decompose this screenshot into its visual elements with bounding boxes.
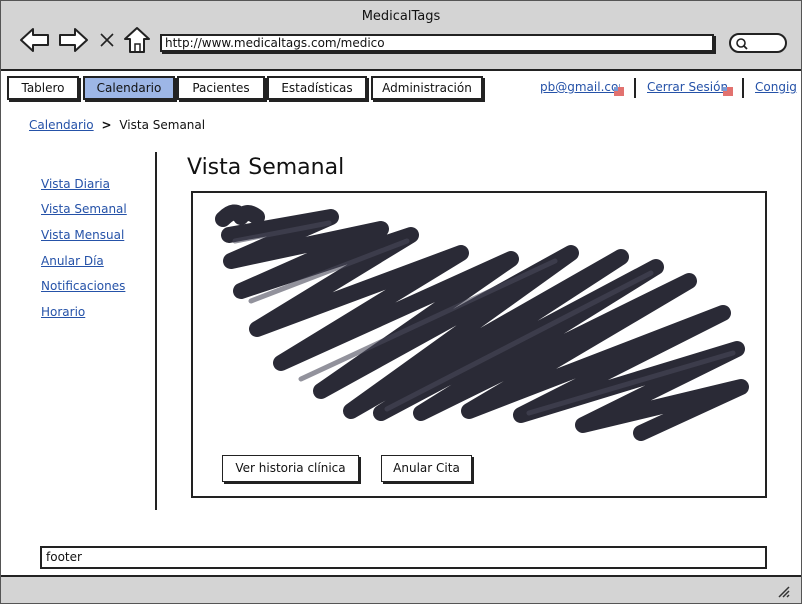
resize-grip-icon[interactable] [777,585,791,599]
config-link[interactable]: Congig [755,80,797,94]
sidebar-item-notificaciones[interactable]: Notificaciones [41,279,125,293]
footer: footer [40,546,767,569]
page-title: Vista Semanal [187,155,345,180]
breadcrumb-current: Vista Semanal [119,118,206,132]
tab-calendario[interactable]: Calendario [83,76,175,100]
back-arrow-icon[interactable] [19,25,51,55]
scribble-placeholder-image [215,204,749,441]
forward-arrow-icon[interactable] [57,25,89,55]
logout-link[interactable]: Cerrar Sesión [647,80,727,94]
home-icon[interactable] [123,25,151,55]
sidebar-item-vista-semanal[interactable]: Vista Semanal [41,202,127,216]
separator [634,78,636,98]
tab-pacientes[interactable]: Pacientes [177,76,265,100]
separator [742,78,744,98]
sidebar-item-vista-diaria[interactable]: Vista Diaria [41,177,110,191]
sidebar-item-horario[interactable]: Horario [41,305,85,319]
breadcrumb-link-calendario[interactable]: Calendario [29,118,94,132]
search-icon [736,38,748,50]
sidebar-divider [155,152,157,510]
ver-historia-clinica-button[interactable]: Ver historia clínica [222,455,359,482]
stop-icon[interactable] [99,30,115,50]
flag-icon [614,87,624,96]
breadcrumb: Calendario > Vista Semanal [29,118,205,132]
tab-tablero[interactable]: Tablero [7,76,79,100]
browser-window: MedicalTags http://www.medicaltags.com/m… [0,0,802,604]
status-bar [1,575,801,603]
tab-administracion[interactable]: Administración [371,76,483,100]
browser-search-button[interactable] [729,33,787,53]
tab-estadisticas[interactable]: Estadísticas [267,76,367,100]
anular-cita-button[interactable]: Anular Cita [381,455,472,482]
user-email-link[interactable]: pb@gmail.com [540,80,620,94]
sidebar-item-vista-mensual[interactable]: Vista Mensual [41,228,124,242]
window-title: MedicalTags [361,9,441,24]
flag-icon [723,87,733,96]
chevron-right-icon: > [101,118,112,132]
address-bar[interactable]: http://www.medicaltags.com/medico [160,34,714,52]
sidebar-item-anular-dia[interactable]: Anular Día [41,254,104,268]
title-bar: MedicalTags http://www.medicaltags.com/m… [1,1,801,71]
